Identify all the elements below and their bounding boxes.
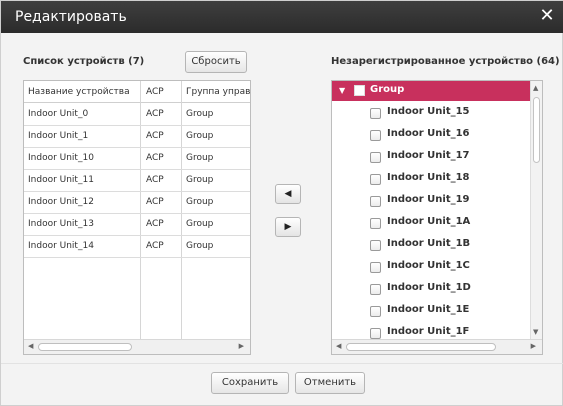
table-row[interactable]: Indoor Unit_14 ACP Group — [24, 236, 250, 258]
tree-item[interactable]: Indoor Unit_1A — [332, 212, 531, 234]
tree-item-checkbox[interactable] — [370, 284, 381, 295]
table-row[interactable]: Indoor Unit_10 ACP Group — [24, 148, 250, 170]
device-list-table: Название устройства ACP Группа управл. I… — [23, 80, 251, 355]
cell-acp: ACP — [146, 219, 164, 229]
cell-group: Group — [186, 131, 214, 141]
scroll-right-icon[interactable]: ▶ — [239, 342, 244, 350]
tree-item[interactable]: Indoor Unit_18 — [332, 168, 531, 190]
vertical-scrollbar[interactable]: ▲ ▼ — [530, 81, 542, 339]
cell-group: Group — [186, 241, 214, 251]
tree-item-label: Indoor Unit_17 — [387, 150, 470, 161]
tree-item[interactable]: Indoor Unit_17 — [332, 146, 531, 168]
cell-device-name: Indoor Unit_10 — [28, 153, 94, 163]
tree-item-checkbox[interactable] — [370, 306, 381, 317]
group-label: Group — [370, 84, 405, 95]
tree-item-label: Indoor Unit_1F — [387, 326, 470, 337]
table-row[interactable]: Indoor Unit_1 ACP Group — [24, 126, 250, 148]
tree-item-label: Indoor Unit_1A — [387, 216, 471, 227]
cell-acp: ACP — [146, 109, 164, 119]
tree-item-label: Indoor Unit_1E — [387, 304, 470, 315]
cell-device-name: Indoor Unit_0 — [28, 109, 89, 119]
scroll-left-icon[interactable]: ◀ — [336, 342, 341, 350]
edit-dialog: Редактировать ✕ Список устройств (7) Сбр… — [0, 0, 563, 406]
tree-item[interactable]: Indoor Unit_1E — [332, 300, 531, 322]
tree-item-label: Indoor Unit_16 — [387, 128, 470, 139]
dialog-titlebar: Редактировать ✕ — [1, 1, 563, 33]
cell-acp: ACP — [146, 241, 164, 251]
tree-item[interactable]: Indoor Unit_15 — [332, 102, 531, 124]
tree-item-label: Indoor Unit_1D — [387, 282, 471, 293]
cell-device-name: Indoor Unit_1 — [28, 131, 89, 141]
column-header-name[interactable]: Название устройства — [24, 81, 140, 103]
cell-acp: ACP — [146, 175, 164, 185]
dialog-title: Редактировать — [15, 9, 127, 25]
cell-acp: ACP — [146, 197, 164, 207]
tree-item[interactable]: Indoor Unit_1B — [332, 234, 531, 256]
move-left-button[interactable]: ◀ — [275, 184, 301, 204]
footer-divider — [1, 363, 563, 364]
cell-device-name: Indoor Unit_14 — [28, 241, 94, 251]
tree-item[interactable]: Indoor Unit_1C — [332, 256, 531, 278]
unregistered-devices-title: Незарегистрированное устройство (64) — [331, 56, 560, 67]
table-header: Название устройства ACP Группа управл. — [24, 81, 250, 103]
tree-item-label: Indoor Unit_15 — [387, 106, 470, 117]
close-icon[interactable]: ✕ — [538, 7, 556, 25]
scrollbar-thumb[interactable] — [38, 343, 132, 351]
device-list-title: Список устройств (7) — [23, 56, 145, 67]
reset-button[interactable]: Сбросить — [185, 51, 247, 73]
scroll-right-icon[interactable]: ▶ — [531, 342, 536, 350]
cell-device-name: Indoor Unit_11 — [28, 175, 94, 185]
cell-acp: ACP — [146, 153, 164, 163]
cell-acp: ACP — [146, 131, 164, 141]
tree-item-checkbox[interactable] — [370, 328, 381, 339]
tree-item-checkbox[interactable] — [370, 196, 381, 207]
column-header-acp[interactable]: ACP — [142, 81, 182, 103]
move-right-button[interactable]: ▶ — [275, 217, 301, 237]
group-checkbox[interactable] — [354, 85, 365, 96]
scroll-left-icon[interactable]: ◀ — [28, 342, 33, 350]
cancel-button[interactable]: Отменить — [295, 372, 365, 394]
tree-item-label: Indoor Unit_18 — [387, 172, 470, 183]
cell-group: Group — [186, 153, 214, 163]
table-row[interactable]: Indoor Unit_11 ACP Group — [24, 170, 250, 192]
tree-item-checkbox[interactable] — [370, 240, 381, 251]
cell-device-name: Indoor Unit_12 — [28, 197, 94, 207]
cell-group: Group — [186, 109, 214, 119]
scroll-up-icon[interactable]: ▲ — [533, 84, 538, 92]
tree-item-checkbox[interactable] — [370, 218, 381, 229]
tree-item-checkbox[interactable] — [370, 130, 381, 141]
scrollbar-thumb[interactable] — [533, 97, 540, 163]
scrollbar-thumb[interactable] — [346, 343, 496, 351]
cell-group: Group — [186, 219, 214, 229]
cell-device-name: Indoor Unit_13 — [28, 219, 94, 229]
horizontal-scrollbar[interactable]: ◀ ▶ — [332, 339, 542, 354]
tree-item-label: Indoor Unit_1C — [387, 260, 470, 271]
tree-item-checkbox[interactable] — [370, 262, 381, 273]
tree-item-checkbox[interactable] — [370, 152, 381, 163]
expand-arrow-icon[interactable]: ▼ — [339, 86, 345, 95]
table-row[interactable]: Indoor Unit_13 ACP Group — [24, 214, 250, 236]
tree-item[interactable]: Indoor Unit_19 — [332, 190, 531, 212]
cell-group: Group — [186, 197, 214, 207]
tree-item-label: Indoor Unit_19 — [387, 194, 470, 205]
tree-item[interactable]: Indoor Unit_16 — [332, 124, 531, 146]
save-button[interactable]: Сохранить — [211, 372, 289, 394]
horizontal-scrollbar[interactable]: ◀ ▶ — [24, 339, 250, 354]
tree-item-checkbox[interactable] — [370, 108, 381, 119]
tree-item-label: Indoor Unit_1B — [387, 238, 471, 249]
tree-item[interactable]: Indoor Unit_1D — [332, 278, 531, 300]
cell-group: Group — [186, 175, 214, 185]
unregistered-devices-tree: ▼ Group Indoor Unit_15 Indoor Unit_16 Indo… — [331, 80, 543, 355]
tree-group-row[interactable]: ▼ Group — [332, 81, 531, 101]
column-header-group[interactable]: Группа управл. — [182, 81, 250, 103]
table-row[interactable]: Indoor Unit_12 ACP Group — [24, 192, 250, 214]
table-row[interactable]: Indoor Unit_0 ACP Group — [24, 104, 250, 126]
tree-item-checkbox[interactable] — [370, 174, 381, 185]
scroll-down-icon[interactable]: ▼ — [533, 328, 538, 336]
